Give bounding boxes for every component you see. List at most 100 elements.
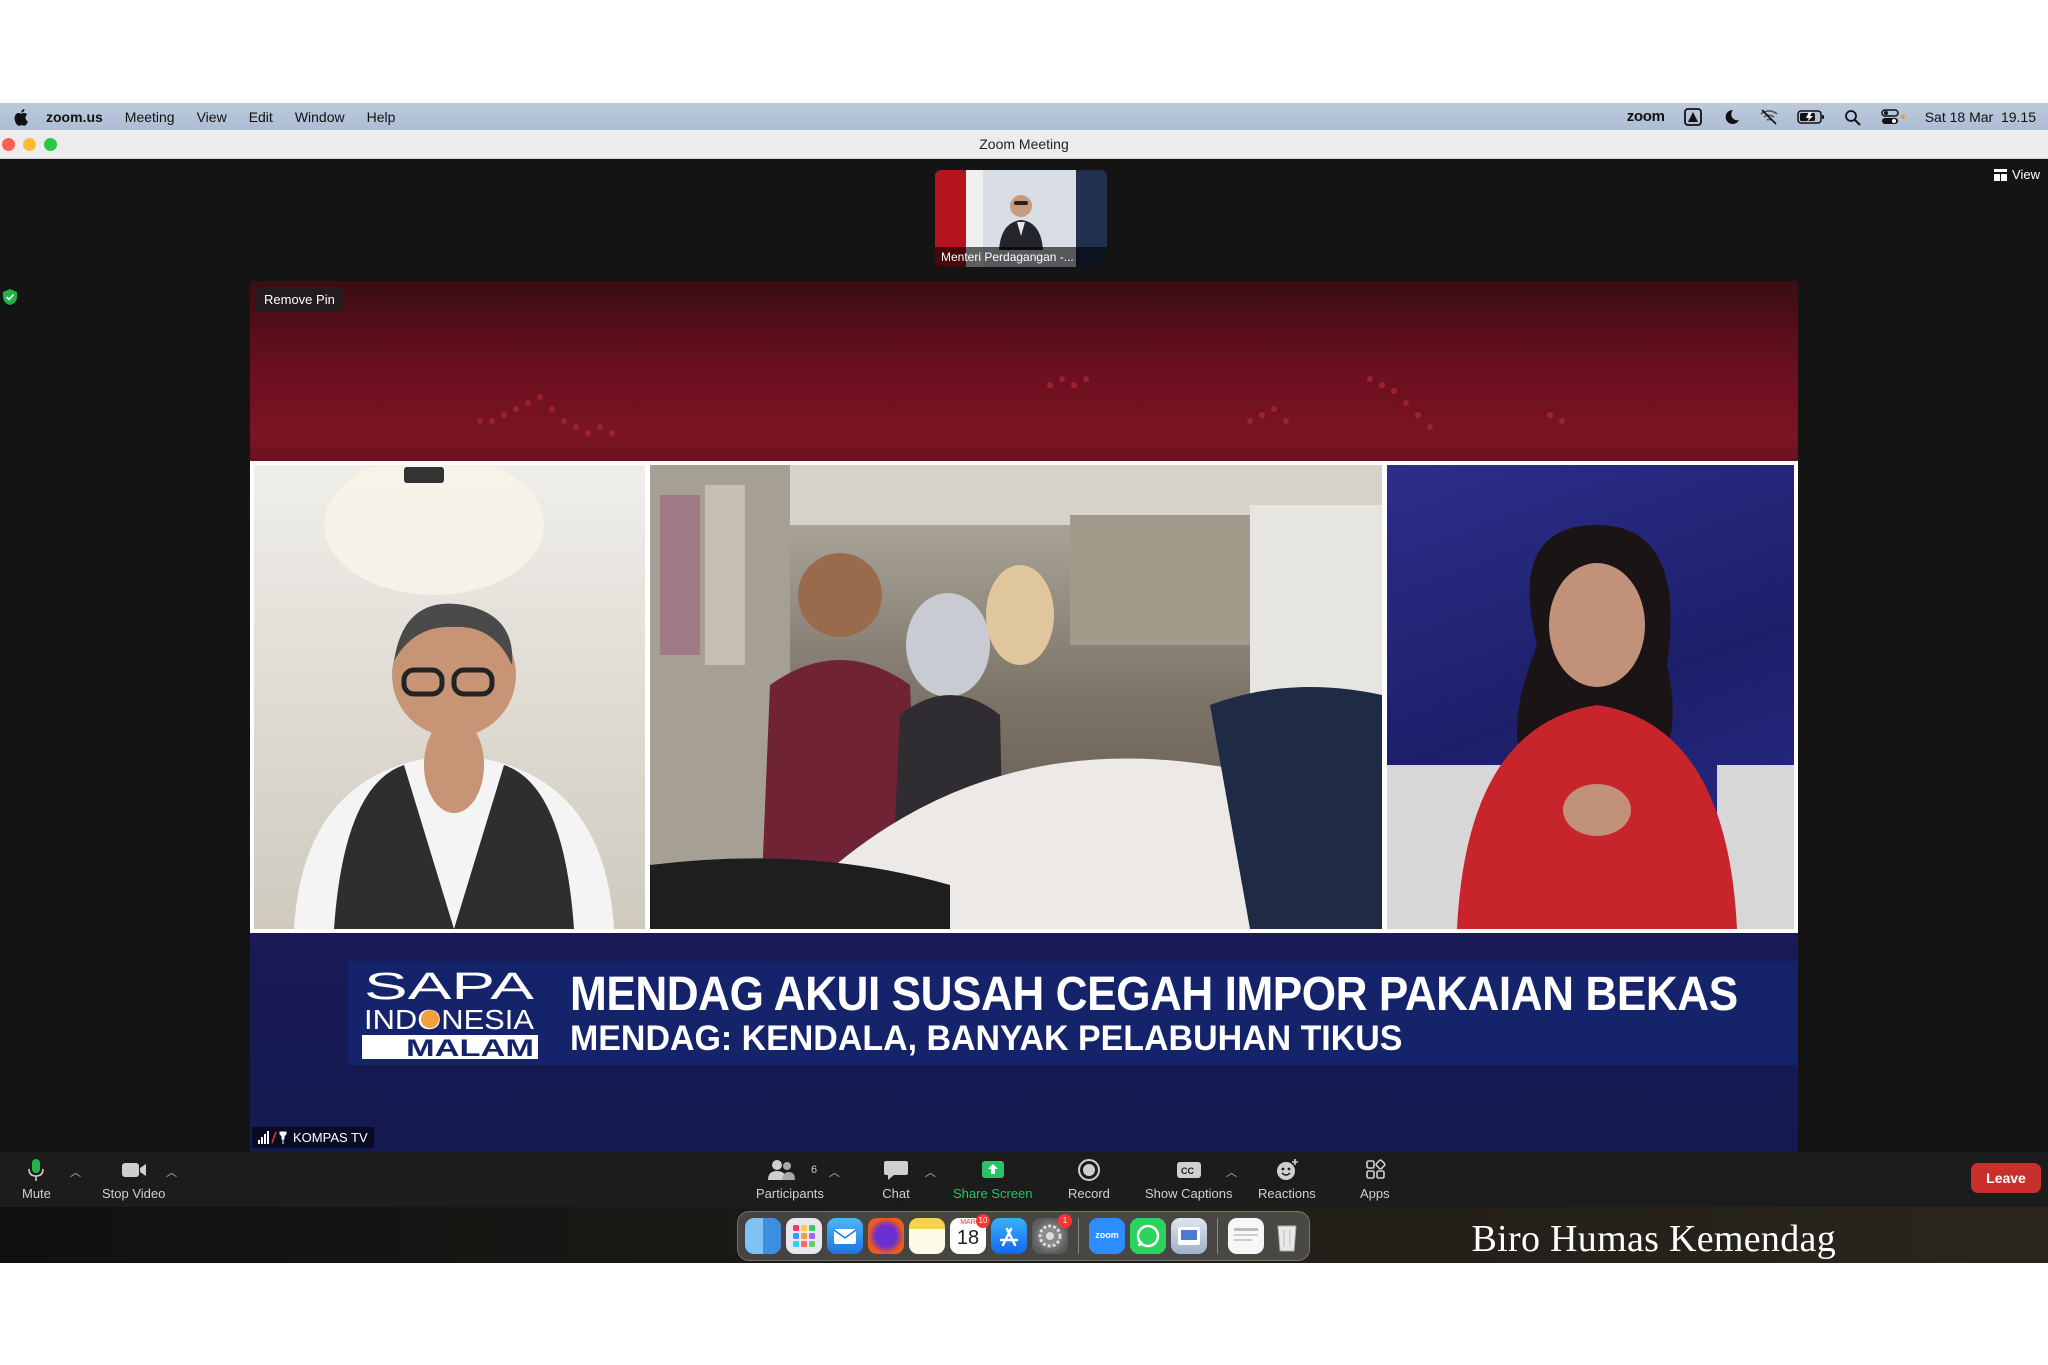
market-scene [650,465,1382,929]
control-center-icon[interactable] [1880,108,1907,126]
broadcast-panels [250,461,1798,933]
document-icon[interactable] [1228,1218,1264,1254]
audio-options-caret[interactable]: ︿ [70,1164,81,1180]
svg-text:INDONESIA: INDONESIA [364,1004,534,1035]
reactions-label: Reactions [1258,1186,1316,1201]
desktop-dock-area: MAR 18 10 1 zoom Biro Humas Kemendag [0,1207,2048,1263]
participants-icon [767,1160,795,1180]
zoom-status-icon[interactable]: zoom [1627,108,1665,125]
menubar-datetime[interactable]: Sat 18 Mar 19.15 [1925,109,2036,125]
grid-view-icon [1994,168,2008,181]
menu-meeting[interactable]: Meeting [125,109,175,125]
view-button-label: View [2012,167,2040,182]
calendar-icon[interactable]: MAR 18 10 [950,1214,990,1254]
meeting-area: Menteri Perdagangan -... View Remove Pin… [0,159,2048,1152]
macos-menu-bar: zoom.us Meeting View Edit Window Help zo… [0,103,2048,130]
svg-text:SAPA: SAPA [364,967,535,1008]
menu-app-name[interactable]: zoom.us [46,109,103,125]
encryption-shield-icon[interactable] [3,289,17,305]
share-screen-icon [981,1161,1004,1178]
zoom-dock-icon[interactable]: zoom [1089,1218,1125,1254]
chat-options-caret[interactable]: ︿ [925,1164,936,1180]
mute-button[interactable]: Mute [22,1158,51,1201]
apps-label: Apps [1360,1186,1390,1201]
window-close-button[interactable] [2,138,15,151]
system-settings-icon[interactable]: 1 [1032,1214,1072,1254]
news-headline: MENDAG AKUI SUSAH CEGAH IMPOR PAKAIAN BE… [570,968,1738,1021]
menu-view[interactable]: View [197,109,227,125]
video-source-name: KOMPAS TV [293,1130,368,1145]
accessibility-status-icon[interactable] [1683,107,1703,126]
participants-count: 6 [811,1164,818,1176]
stop-video-label: Stop Video [102,1186,166,1201]
show-captions-button[interactable]: CC Show Captions [1145,1158,1232,1201]
settings-badge: 1 [1058,1214,1072,1228]
search-icon[interactable] [1843,108,1863,126]
video-camera-icon [121,1163,146,1177]
whatsapp-icon[interactable] [1130,1218,1166,1254]
zoom-dock-text: zoom [1095,1230,1119,1240]
calendar-day: 18 [956,1227,980,1249]
app-store-icon[interactable] [991,1218,1027,1254]
participants-label: Participants [756,1186,824,1201]
finder-icon[interactable] [745,1218,781,1254]
news-subheadline: MENDAG: KENDALA, BANYAK PELABUHAN TIKUS [570,1019,1403,1058]
stop-video-button[interactable]: Stop Video [102,1158,165,1201]
pinned-video[interactable]: Remove Pin SAPA INDONESIA MALAM MENDAG A… [250,281,1798,1152]
trash-icon[interactable] [1269,1218,1305,1254]
window-zoom-button[interactable] [44,138,57,151]
news-banner: SAPA INDONESIA MALAM MENDAG AKUI SUSAH C… [348,961,1798,1065]
apps-button[interactable]: Apps [1360,1158,1390,1201]
battery-icon[interactable] [1796,108,1825,126]
participant-video-person [999,195,1043,250]
chat-label: Chat [882,1186,910,1201]
captions-options-caret[interactable]: ︿ [1226,1164,1237,1180]
microphone-icon [28,1159,45,1181]
menu-edit[interactable]: Edit [249,109,273,125]
focus-moon-icon[interactable] [1721,108,1741,126]
guest-figure [294,465,614,929]
mail-icon[interactable] [827,1218,863,1254]
preview-icon[interactable] [1171,1218,1207,1254]
broadcast-dot-map [477,376,1565,436]
show-captions-label: Show Captions [1145,1186,1233,1201]
screen: zoom.us Meeting View Edit Window Help zo… [0,103,2048,1263]
window-title: Zoom Meeting [979,136,1069,152]
dock-separator-2 [1217,1218,1218,1254]
menu-window[interactable]: Window [295,109,345,125]
chat-button[interactable]: Chat [882,1158,910,1201]
firefox-icon[interactable] [868,1218,904,1254]
share-screen-label: Share Screen [953,1186,1033,1201]
share-screen-button[interactable]: Share Screen [953,1158,1033,1201]
video-options-caret[interactable]: ︿ [166,1164,177,1180]
svg-text:CC: CC [1181,1166,1194,1176]
signal-pin-icon [258,1131,287,1144]
mute-label: Mute [22,1186,51,1201]
leave-button[interactable]: Leave [1971,1163,2041,1193]
record-button[interactable]: Record [1068,1158,1110,1201]
svg-text:MALAM: MALAM [406,1035,534,1061]
reactions-button[interactable]: Reactions [1258,1158,1316,1201]
reactions-smiley-icon [1276,1159,1298,1180]
remove-pin-button[interactable]: Remove Pin [256,287,343,312]
chat-bubble-icon [884,1161,908,1180]
video-source-label: KOMPAS TV [252,1127,374,1148]
view-button[interactable]: View [1994,167,2040,182]
apple-icon[interactable] [12,107,32,127]
record-icon [1077,1159,1100,1181]
notes-icon[interactable] [909,1218,945,1254]
wifi-off-icon[interactable] [1759,108,1779,126]
window-minimize-button[interactable] [23,138,36,151]
participants-options-caret[interactable]: ︿ [829,1164,840,1180]
participant-name-label: Menteri Perdagangan -... [935,247,1107,267]
launchpad-icon[interactable] [786,1218,822,1254]
menu-help[interactable]: Help [367,109,396,125]
macos-dock: MAR 18 10 1 zoom [737,1211,1310,1261]
meeting-controls: Mute ︿ Stop Video ︿ Participants 6 ︿ Cha… [0,1152,2048,1207]
participant-thumbnail[interactable]: Menteri Perdagangan -... [935,170,1107,267]
anchor-figure [1387,525,1794,929]
anchor-video-panel [1387,465,1794,929]
calendar-badge: 10 [976,1214,990,1228]
guest-video-panel [254,465,645,929]
dock-separator [1078,1218,1079,1254]
